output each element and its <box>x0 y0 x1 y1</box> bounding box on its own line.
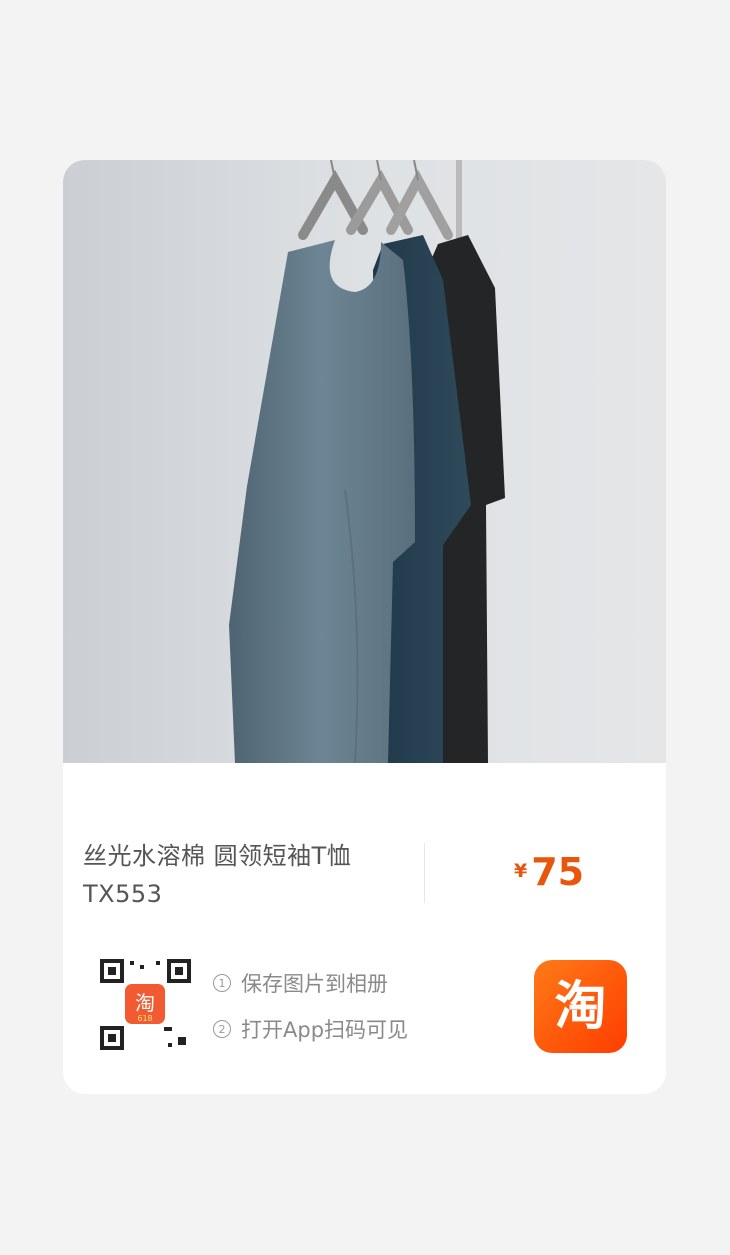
product-photo <box>63 160 666 763</box>
qr-badge-glyph: 淘 <box>135 991 155 1015</box>
share-card: 丝光水溶棉 圆领短袖T恤 TX553 ¥75 淘 618 1 保存图片到相册 2… <box>63 160 666 1094</box>
step-number: 2 <box>213 1020 231 1038</box>
app-icon-glyph: 淘 <box>554 977 606 1037</box>
qr-badge-sub: 618 <box>137 1014 152 1023</box>
product-title: 丝光水溶棉 圆领短袖T恤 TX553 <box>83 842 352 908</box>
currency-symbol: ¥ <box>514 860 528 882</box>
instruction-step-2: 2 打开App扫码可见 <box>213 1014 408 1044</box>
price-value: 75 <box>531 850 585 894</box>
step-text: 打开App扫码可见 <box>241 1018 409 1042</box>
step-text: 保存图片到相册 <box>241 972 388 996</box>
step-number: 1 <box>213 974 231 992</box>
instruction-step-1: 1 保存图片到相册 <box>213 968 388 998</box>
taobao-app-icon[interactable]: 淘 <box>534 960 627 1053</box>
qr-code-icon[interactable]: 淘 618 <box>98 957 193 1052</box>
product-price: ¥75 <box>514 850 584 894</box>
divider <box>424 843 425 903</box>
